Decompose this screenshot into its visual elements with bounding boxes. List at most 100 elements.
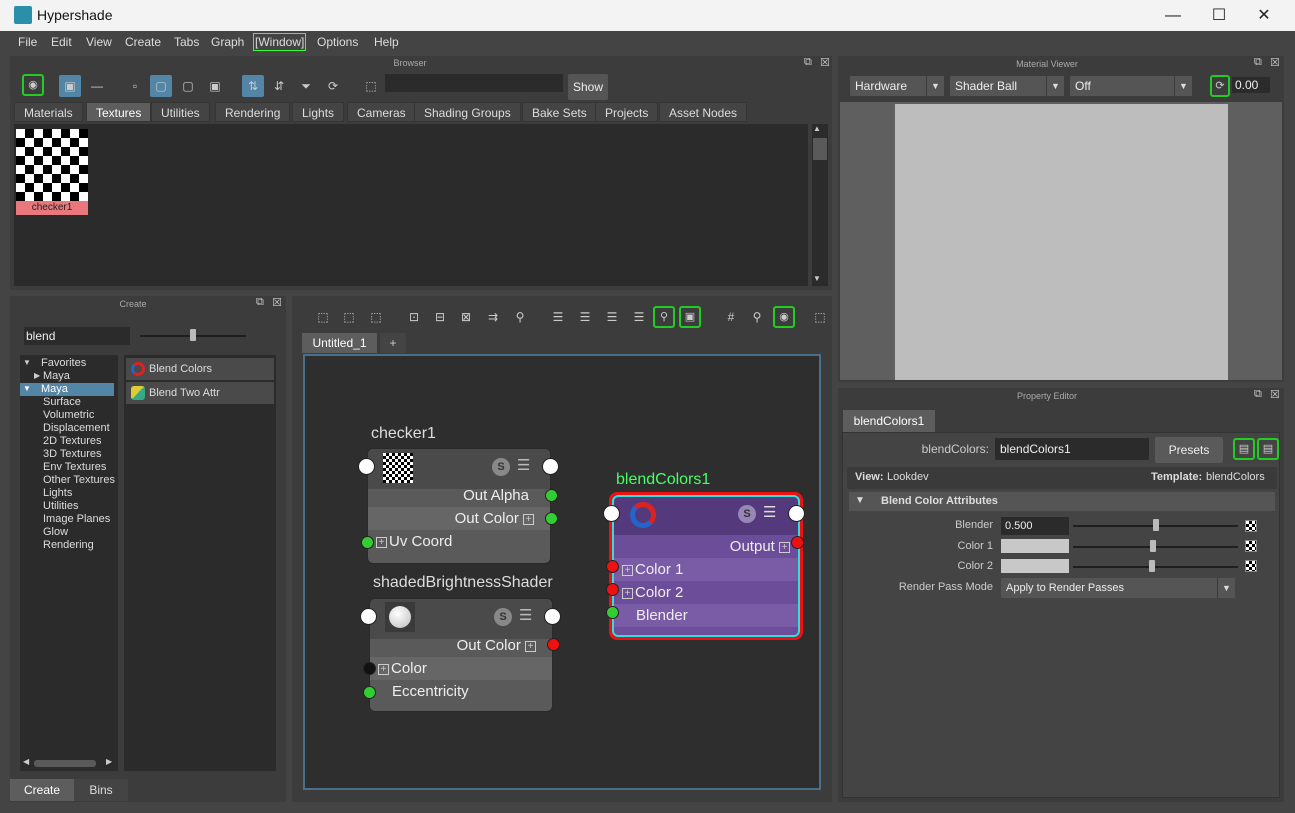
menu-window[interactable]: [Window]: [253, 33, 307, 51]
pin-icon[interactable]: ⚲: [509, 306, 531, 328]
rearrange-graph-icon[interactable]: ⇉: [482, 306, 504, 328]
menu-tabs[interactable]: Tabs: [174, 35, 199, 49]
tab-create[interactable]: Create: [10, 779, 74, 801]
tab-cameras[interactable]: Cameras: [347, 102, 416, 122]
sort-by-time-icon[interactable]: ⏷: [295, 75, 317, 97]
tree-lights[interactable]: Lights: [43, 487, 72, 499]
tree-utilities[interactable]: Utilities: [43, 500, 78, 512]
grid-icon[interactable]: #: [720, 306, 742, 328]
tab-projects[interactable]: Projects: [595, 102, 659, 122]
color2-swatch[interactable]: [1001, 559, 1069, 573]
attr-uv-coord[interactable]: + Uv Coord: [368, 530, 550, 553]
node-name-field[interactable]: blendColors1: [995, 438, 1149, 460]
presets-button[interactable]: Presets: [1155, 437, 1223, 463]
node-graph-canvas[interactable]: checker1 S ☰ Out Alpha Out Color + + Uv C…: [303, 354, 821, 790]
swatch-checker1[interactable]: checker1: [16, 129, 88, 215]
attr-blender[interactable]: Blender: [614, 604, 798, 627]
tree-volumetric[interactable]: Volumetric: [43, 409, 94, 421]
tab-shading-groups[interactable]: Shading Groups: [414, 102, 521, 122]
output-port[interactable]: [791, 536, 804, 549]
close-panel-icon[interactable]: ☒: [1270, 56, 1280, 69]
tree-favorites[interactable]: ▼ Favorites: [20, 357, 118, 369]
checker1-input-port[interactable]: [358, 458, 375, 475]
close-button[interactable]: ✕: [1241, 0, 1287, 31]
node-shaded-brightness-shader[interactable]: S ☰ Out Color + + Color Eccentricity: [369, 598, 553, 712]
float-icon[interactable]: ⧉: [1254, 56, 1262, 69]
blender-map-icon[interactable]: [1245, 520, 1257, 532]
search-icon[interactable]: ⚲: [653, 306, 675, 328]
tree-other-textures[interactable]: Other Textures: [43, 474, 115, 486]
tree-surface[interactable]: Surface: [43, 396, 81, 408]
menu-view[interactable]: View: [86, 35, 112, 49]
checker1-output-port[interactable]: [542, 458, 559, 475]
toggle-on-icon[interactable]: ◉: [22, 74, 44, 96]
color2-port[interactable]: [606, 583, 619, 596]
node-checker1[interactable]: S ☰ Out Alpha Out Color + + Uv Coord: [367, 448, 551, 564]
minimize-button[interactable]: —: [1150, 0, 1196, 31]
sort-reverse-icon[interactable]: ⟳: [322, 75, 344, 97]
tab-textures[interactable]: Textures: [86, 102, 152, 122]
close-panel-icon[interactable]: ☒: [272, 296, 282, 309]
maximize-button[interactable]: ☐: [1196, 0, 1242, 31]
simple-mode-icon[interactable]: ☰: [547, 306, 569, 328]
view-list-icon[interactable]: ―: [86, 75, 108, 97]
attr-output[interactable]: Output +: [614, 535, 798, 558]
blender-field[interactable]: 0.500: [1001, 517, 1069, 535]
sort-by-type-icon[interactable]: ⇵: [268, 75, 290, 97]
uv-coord-port[interactable]: [361, 536, 374, 549]
shaded-output-port[interactable]: [544, 608, 561, 625]
clear-graph-icon[interactable]: ⊠: [455, 306, 477, 328]
blend-input-port[interactable]: [603, 505, 620, 522]
swatch-toggle-icon[interactable]: ▣: [679, 306, 701, 328]
tab-rendering[interactable]: Rendering: [215, 102, 291, 122]
refresh-icon[interactable]: ⟳: [1210, 75, 1230, 97]
menu-edit[interactable]: Edit: [51, 35, 72, 49]
tree-image-planes[interactable]: Image Planes: [43, 513, 110, 525]
shading-s-icon[interactable]: S: [492, 458, 510, 476]
out-color-port[interactable]: [545, 512, 558, 525]
blender-port[interactable]: [606, 606, 619, 619]
tab-bins[interactable]: Bins: [74, 779, 128, 801]
shading-s-icon[interactable]: S: [738, 505, 756, 523]
menu-file[interactable]: File: [18, 35, 37, 49]
connected-mode-icon[interactable]: ☰: [574, 306, 596, 328]
geometry-dropdown[interactable]: Shader Ball ▼: [950, 76, 1064, 96]
tab-materials[interactable]: Materials: [14, 102, 83, 122]
attr-out-alpha[interactable]: Out Alpha: [368, 484, 550, 507]
color2-slider-thumb[interactable]: [1149, 560, 1155, 572]
browser-scrollbar[interactable]: ▲ ▼: [812, 124, 828, 286]
exposure-field[interactable]: 0.00: [1232, 77, 1270, 93]
toggle-icon[interactable]: ◉: [773, 306, 795, 328]
show-output-icon[interactable]: ▤: [1257, 438, 1279, 460]
blender-slider-thumb[interactable]: [1153, 519, 1159, 531]
render-pass-mode-dropdown[interactable]: Apply to Render Passes ▼: [1001, 578, 1235, 598]
tab-bake-sets[interactable]: Bake Sets: [522, 102, 597, 122]
attr-out-color[interactable]: Out Color +: [370, 634, 552, 657]
view-icons-icon[interactable]: ▣: [59, 75, 81, 97]
tree-3d-textures[interactable]: 3D Textures: [43, 448, 102, 460]
collapse-icon[interactable]: ▼: [855, 495, 865, 506]
tab-untitled-1[interactable]: Untitled_1: [302, 333, 377, 353]
renderer-dropdown[interactable]: Hardware ▼: [850, 76, 944, 96]
large-swatch-icon[interactable]: ▢: [177, 75, 199, 97]
graph-input-icon[interactable]: ⬚: [312, 306, 334, 328]
more-icon[interactable]: ⬚: [809, 306, 831, 328]
add-tab-button[interactable]: +: [380, 333, 406, 353]
color1-slider-thumb[interactable]: [1150, 540, 1156, 552]
shading-s-icon[interactable]: S: [494, 608, 512, 626]
tree-displacement[interactable]: Displacement: [43, 422, 110, 434]
tree-rendering[interactable]: Rendering: [43, 539, 94, 551]
menu-create[interactable]: Create: [125, 35, 161, 49]
close-panel-icon[interactable]: ☒: [1270, 388, 1280, 401]
browser-search-input[interactable]: [385, 74, 563, 92]
result-blend-two-attr[interactable]: Blend Two Attr: [126, 382, 274, 404]
attr-color[interactable]: + Color: [370, 657, 552, 680]
menu-graph[interactable]: Graph: [211, 35, 244, 49]
shaded-out-color-port[interactable]: [547, 638, 560, 651]
template-value[interactable]: blendColors: [1206, 471, 1265, 483]
attr-out-color[interactable]: Out Color +: [368, 507, 550, 530]
show-button[interactable]: Show: [568, 74, 608, 100]
color2-map-icon[interactable]: [1245, 560, 1257, 572]
tab-blend-colors1[interactable]: blendColors1: [843, 410, 935, 432]
tab-utilities[interactable]: Utilities: [151, 102, 210, 122]
